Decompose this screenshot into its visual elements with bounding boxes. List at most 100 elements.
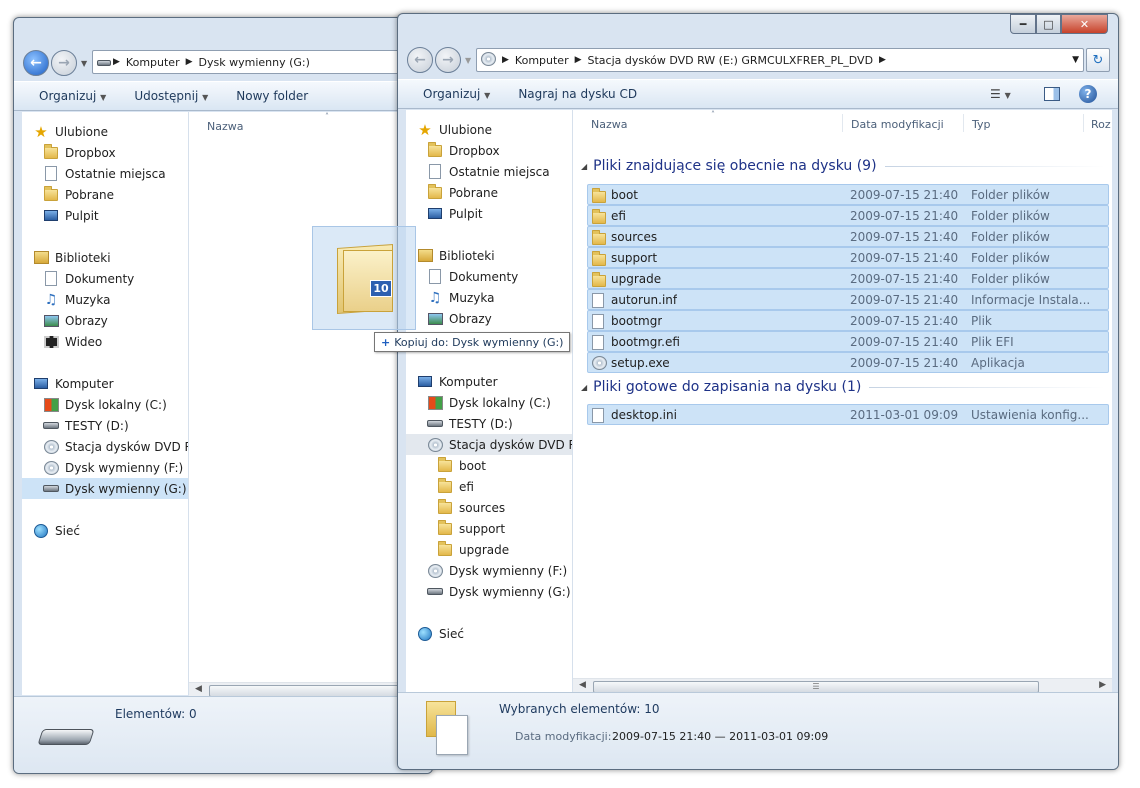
- back-button[interactable]: ←: [407, 47, 433, 73]
- history-dropdown-icon[interactable]: ▼: [81, 59, 87, 68]
- forward-button[interactable]: →: [435, 47, 461, 73]
- breadcrumb-separator-icon[interactable]: ▶: [496, 55, 511, 65]
- nav-item-video[interactable]: Wideo: [22, 331, 188, 352]
- nav-item-support[interactable]: support: [406, 518, 572, 539]
- nav-item-desktop[interactable]: Pulpit: [406, 203, 572, 224]
- file-row[interactable]: sources 2009-07-15 21:40 Folder plików: [587, 226, 1109, 247]
- nav-item-drive-c[interactable]: Dysk lokalny (C:): [406, 392, 572, 413]
- nav-item-recent[interactable]: Ostatnie miejsca: [22, 163, 188, 184]
- nav-item-drive-g[interactable]: Dysk wymienny (G:): [22, 478, 188, 499]
- nav-item-libraries[interactable]: Biblioteki: [406, 245, 572, 266]
- nav-item-upgrade[interactable]: upgrade: [406, 539, 572, 560]
- nav-item-boot[interactable]: boot: [406, 455, 572, 476]
- date-label: Data modyfikacji:: [515, 730, 612, 743]
- collapse-chevron-icon[interactable]: ◢: [581, 383, 587, 392]
- forward-button[interactable]: →: [51, 50, 77, 76]
- file-row[interactable]: setup.exe 2009-07-15 21:40 Aplikacja: [587, 352, 1109, 373]
- organize-button[interactable]: Organizuj ▼: [398, 87, 504, 101]
- scroll-left-icon[interactable]: ◀: [195, 684, 202, 694]
- back-button[interactable]: ←: [23, 50, 49, 76]
- nav-item-network[interactable]: Sieć: [22, 520, 188, 541]
- address-bar[interactable]: ▶ Komputer ▶ Dysk wymienny (G:): [92, 50, 432, 74]
- view-options-icon[interactable]: ☰ ▼: [990, 87, 1011, 101]
- nav-item-music[interactable]: ♫ Muzyka: [22, 289, 188, 310]
- file-row[interactable]: bootmgr.efi 2009-07-15 21:40 Plik EFI: [587, 331, 1109, 352]
- nav-item-pictures[interactable]: Obrazy: [22, 310, 188, 331]
- group-header-current-files[interactable]: ◢ Pliki znajdujące się obecnie na dysku …: [581, 158, 1105, 174]
- scroll-right-icon[interactable]: ▶: [1099, 680, 1106, 690]
- nav-item-libraries[interactable]: Biblioteki: [22, 247, 188, 268]
- breadcrumb-dvd-drive[interactable]: Stacja dysków DVD RW (E:) GRMCULXFRER_PL…: [584, 54, 878, 67]
- file-list-pane[interactable]: Nazwa ˄ Data modyfikacji Typ Roz ◢ Pliki…: [573, 110, 1112, 678]
- column-header-name[interactable]: Nazwa: [591, 112, 627, 136]
- file-row[interactable]: efi 2009-07-15 21:40 Folder plików: [587, 205, 1109, 226]
- column-header-name[interactable]: Nazwa: [207, 114, 243, 138]
- column-divider[interactable]: [963, 114, 964, 132]
- address-dropdown-icon[interactable]: ▼: [1072, 55, 1079, 65]
- nav-item-drive-f[interactable]: Dysk wymienny (F:): [22, 457, 188, 478]
- collapse-chevron-icon[interactable]: ◢: [581, 162, 587, 171]
- nav-item-dropbox[interactable]: Dropbox: [22, 142, 188, 163]
- column-header-date[interactable]: Data modyfikacji: [851, 112, 944, 136]
- file-type: Informacje Instala...: [971, 292, 1091, 307]
- breadcrumb-drive-g[interactable]: Dysk wymienny (G:): [195, 56, 314, 69]
- nav-item-drive-c[interactable]: Dysk lokalny (C:): [22, 394, 188, 415]
- nav-item-favorites[interactable]: ★ Ulubione: [22, 121, 188, 142]
- breadcrumb-computer[interactable]: Komputer: [511, 54, 573, 67]
- breadcrumb-computer[interactable]: Komputer: [122, 56, 184, 69]
- nav-item-music[interactable]: ♫ Muzyka: [406, 287, 572, 308]
- nav-item-drive-e[interactable]: Stacja dysków DVD RW: [22, 436, 188, 457]
- nav-item-pictures[interactable]: Obrazy: [406, 308, 572, 329]
- refresh-button[interactable]: ↻: [1086, 48, 1110, 72]
- nav-item-downloads[interactable]: Pobrane: [22, 184, 188, 205]
- nav-item-favorites[interactable]: ★ Ulubione: [406, 119, 572, 140]
- preview-pane-icon[interactable]: [1044, 87, 1060, 101]
- nav-item-efi[interactable]: efi: [406, 476, 572, 497]
- new-folder-button[interactable]: Nowy folder: [222, 89, 322, 103]
- column-divider[interactable]: [1083, 114, 1084, 132]
- music-icon: ♫: [44, 291, 58, 308]
- nav-item-drive-d[interactable]: TESTY (D:): [406, 413, 572, 434]
- sort-arrow-icon: ˄: [325, 112, 329, 121]
- file-row[interactable]: support 2009-07-15 21:40 Folder plików: [587, 247, 1109, 268]
- help-icon[interactable]: ?: [1079, 85, 1097, 103]
- maximize-button[interactable]: □: [1036, 14, 1061, 34]
- file-row[interactable]: upgrade 2009-07-15 21:40 Folder plików: [587, 268, 1109, 289]
- title-bar[interactable]: [14, 18, 432, 52]
- burn-cd-button[interactable]: Nagraj na dysku CD: [504, 87, 651, 101]
- nav-item-drive-f[interactable]: Dysk wymienny (F:): [406, 560, 572, 581]
- organize-button[interactable]: Organizuj ▼: [14, 89, 120, 103]
- share-button[interactable]: Udostępnij ▼: [120, 89, 222, 103]
- nav-item-drive-g[interactable]: Dysk wymienny (G:): [406, 581, 572, 602]
- breadcrumb-separator-icon[interactable]: ▶: [111, 57, 122, 67]
- breadcrumb-separator-icon[interactable]: ▶: [877, 55, 888, 65]
- column-header-size[interactable]: Roz: [1091, 112, 1111, 136]
- file-date: 2011-03-01 09:09: [850, 407, 959, 422]
- close-button[interactable]: ✕: [1061, 14, 1108, 34]
- breadcrumb-separator-icon[interactable]: ▶: [184, 57, 195, 67]
- file-row[interactable]: boot 2009-07-15 21:40 Folder plików: [587, 184, 1109, 205]
- breadcrumb-separator-icon[interactable]: ▶: [573, 55, 584, 65]
- nav-item-dropbox[interactable]: Dropbox: [406, 140, 572, 161]
- group-header-pending-files[interactable]: ◢ Pliki gotowe do zapisania na dysku (1): [581, 379, 1105, 395]
- nav-item-recent[interactable]: Ostatnie miejsca: [406, 161, 572, 182]
- nav-item-sources[interactable]: sources: [406, 497, 572, 518]
- nav-item-documents[interactable]: Dokumenty: [22, 268, 188, 289]
- nav-item-drive-d[interactable]: TESTY (D:): [22, 415, 188, 436]
- nav-item-computer[interactable]: Komputer: [22, 373, 188, 394]
- file-row[interactable]: autorun.inf 2009-07-15 21:40 Informacje In…: [587, 289, 1109, 310]
- nav-item-desktop[interactable]: Pulpit: [22, 205, 188, 226]
- column-header-type[interactable]: Typ: [972, 112, 991, 136]
- column-divider[interactable]: [842, 114, 843, 132]
- address-bar[interactable]: ▶ Komputer ▶ Stacja dysków DVD RW (E:) G…: [476, 48, 1084, 72]
- nav-item-drive-e[interactable]: Stacja dysków DVD RW: [406, 434, 572, 455]
- minimize-button[interactable]: ━: [1010, 14, 1036, 34]
- nav-item-computer[interactable]: Komputer: [406, 371, 572, 392]
- file-row[interactable]: desktop.ini 2011-03-01 09:09 Ustawienia ko…: [587, 404, 1109, 425]
- nav-item-downloads[interactable]: Pobrane: [406, 182, 572, 203]
- scroll-left-icon[interactable]: ◀: [579, 680, 586, 690]
- history-dropdown-icon[interactable]: ▼: [465, 56, 471, 65]
- file-row[interactable]: bootmgr 2009-07-15 21:40 Plik: [587, 310, 1109, 331]
- nav-item-documents[interactable]: Dokumenty: [406, 266, 572, 287]
- nav-item-network[interactable]: Sieć: [406, 623, 572, 644]
